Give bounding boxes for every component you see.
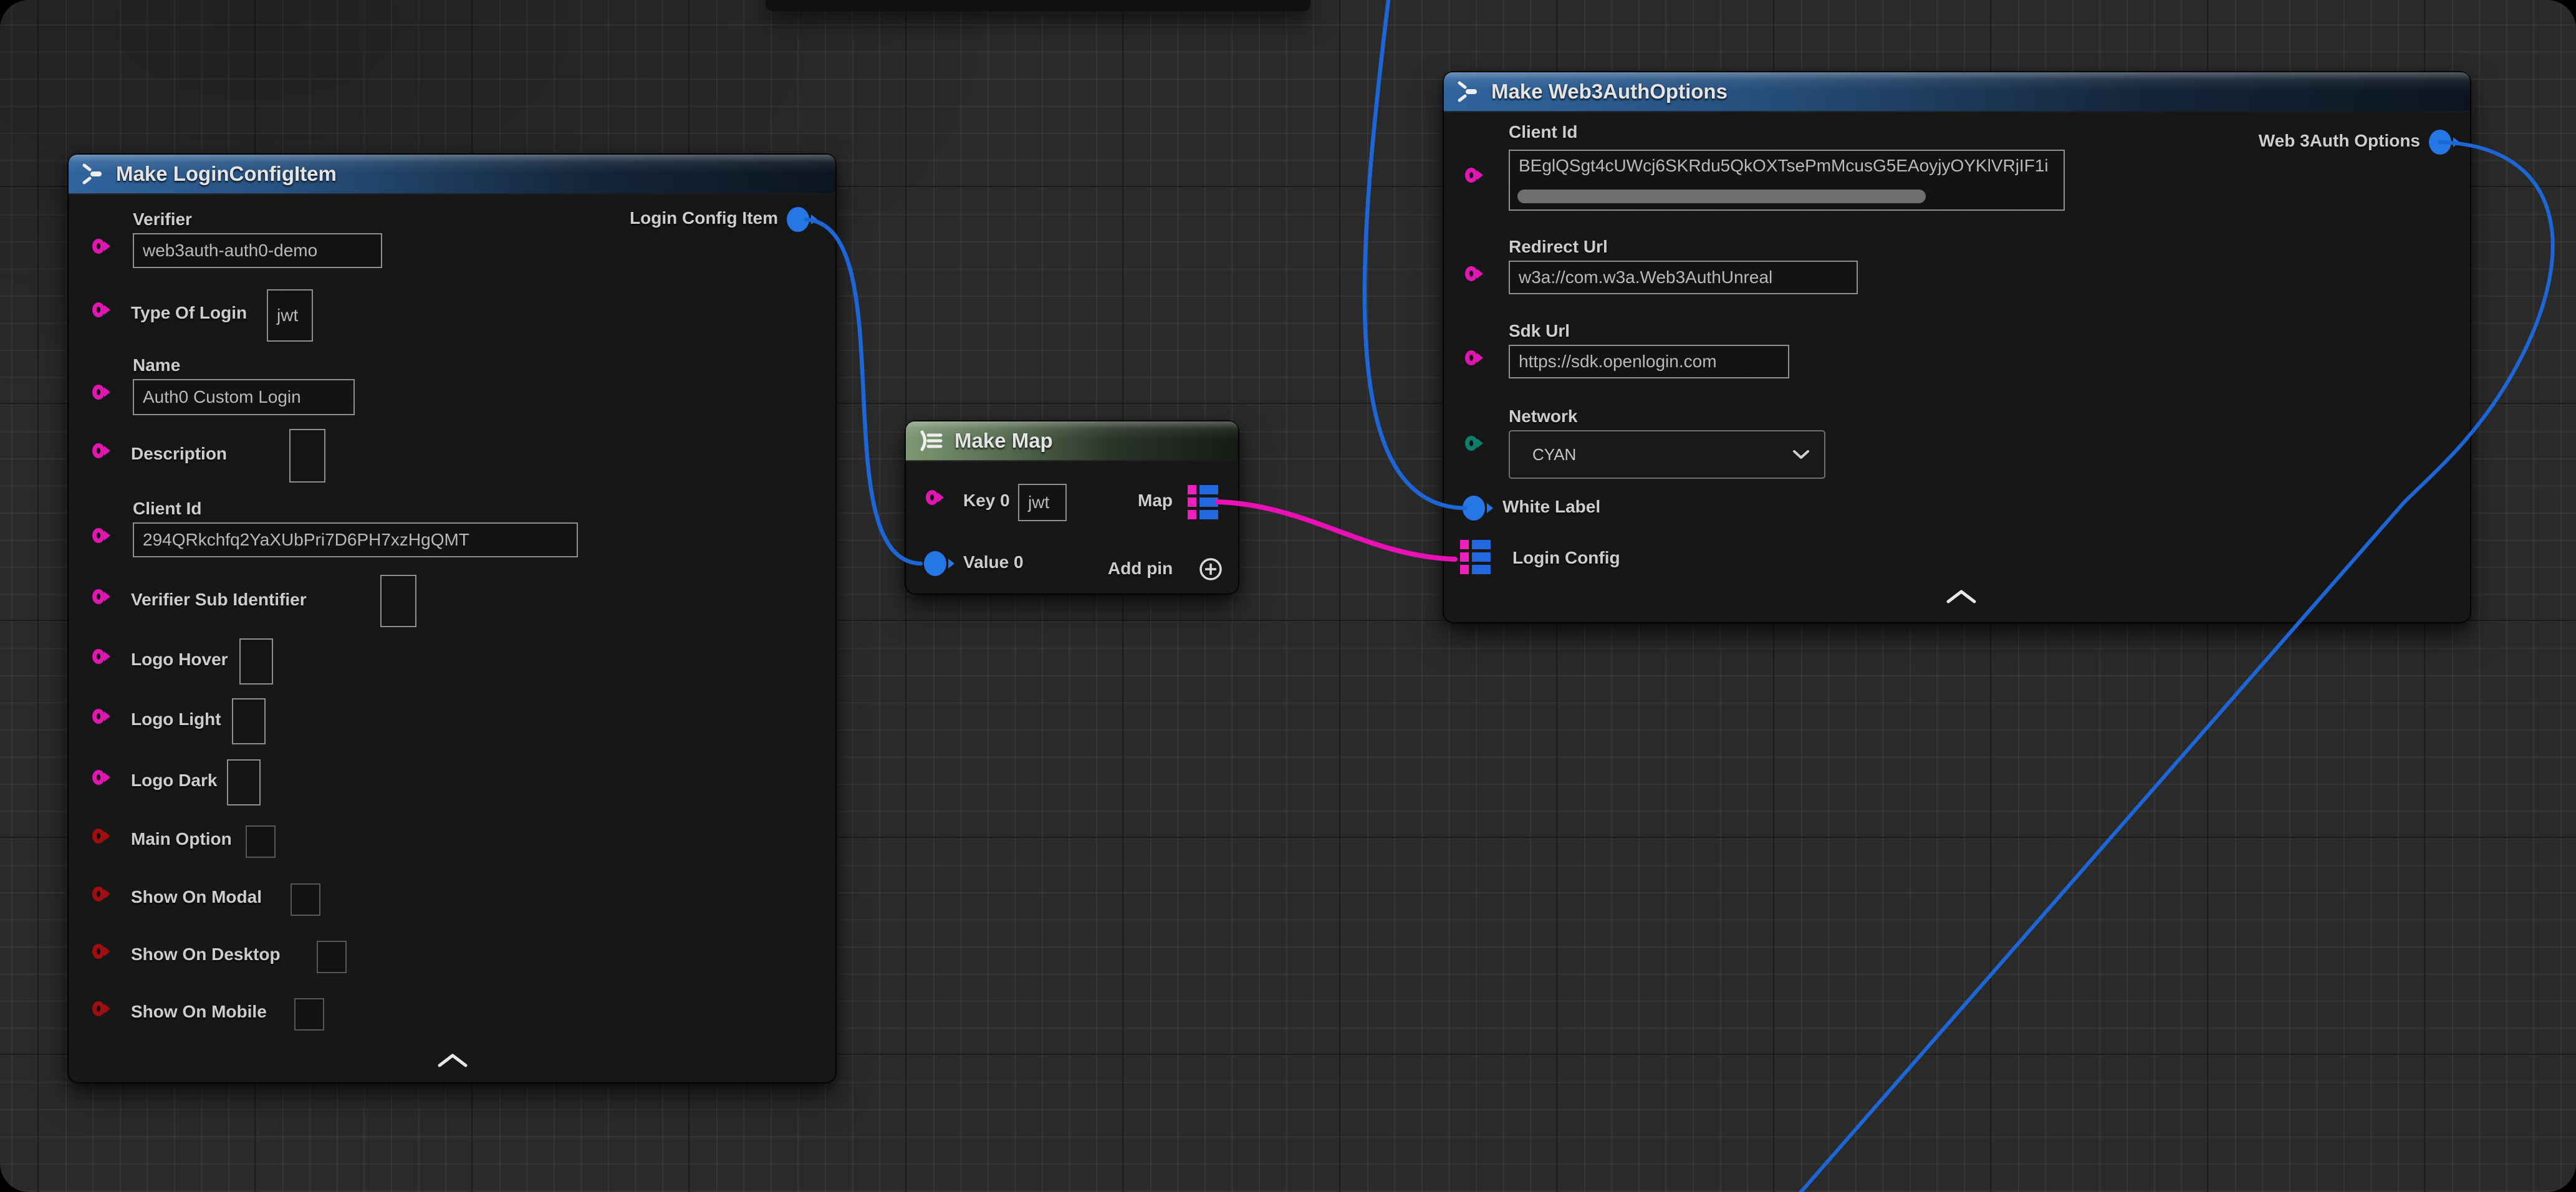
- node-header-make-map[interactable]: Make Map: [906, 421, 1238, 461]
- client-id-pin[interactable]: [92, 528, 105, 543]
- network-label: Network: [1509, 406, 1577, 426]
- sdk-url-pin[interactable]: [1465, 350, 1478, 365]
- show-on-modal-label: Show On Modal: [131, 887, 262, 907]
- login-config-label: Login Config: [1512, 548, 1620, 568]
- description-label: Description: [131, 444, 227, 464]
- node-title: Make Web3AuthOptions: [1491, 80, 1728, 103]
- client-id-label: Client Id: [133, 499, 201, 519]
- output-pin-web3auth-options[interactable]: [2429, 130, 2451, 155]
- key0-pin[interactable]: [926, 490, 938, 505]
- white-label-pin[interactable]: [1463, 496, 1485, 521]
- network-dropdown[interactable]: CYAN: [1509, 430, 1825, 479]
- logo-dark-field[interactable]: [227, 759, 261, 805]
- login-config-pin[interactable]: [1460, 540, 1491, 574]
- verifier-field[interactable]: web3auth-auth0-demo: [133, 233, 382, 268]
- description-pin[interactable]: [92, 443, 105, 458]
- redirect-url-field[interactable]: w3a://com.w3a.Web3AuthUnreal: [1509, 261, 1858, 294]
- sdk-url-field[interactable]: https://sdk.openlogin.com: [1509, 345, 1789, 378]
- key0-field[interactable]: jwt: [1018, 484, 1067, 521]
- node-header-make-loginconfigitem[interactable]: Make LoginConfigItem: [69, 155, 835, 195]
- node-title: Make Map: [954, 429, 1053, 453]
- redirect-url-label: Redirect Url: [1509, 237, 1608, 257]
- redirect-url-pin[interactable]: [1465, 266, 1478, 281]
- output-pin-login-config-item[interactable]: [787, 207, 809, 232]
- show-on-modal-pin[interactable]: [92, 887, 105, 901]
- show-on-modal-checkbox[interactable]: [291, 883, 320, 916]
- name-pin[interactable]: [92, 385, 105, 400]
- chevron-down-icon: [1792, 449, 1810, 460]
- white-label-label: White Label: [1502, 497, 1600, 517]
- collapse-chevron-icon[interactable]: [1946, 590, 1976, 603]
- network-selected-value: CYAN: [1532, 445, 1576, 464]
- name-label: Name: [133, 355, 180, 375]
- add-pin-label[interactable]: Add pin: [1108, 559, 1173, 579]
- main-option-checkbox[interactable]: [246, 825, 276, 858]
- main-option-label: Main Option: [131, 829, 232, 849]
- main-option-pin[interactable]: [92, 829, 105, 844]
- client-id-field[interactable]: 294QRkchfq2YaXUbPri7D6PH7xzHgQMT: [133, 522, 578, 557]
- key0-label: Key 0: [963, 491, 1010, 511]
- logo-light-pin[interactable]: [92, 709, 105, 724]
- type-of-login-pin[interactable]: [92, 302, 105, 317]
- collapse-chevron-icon[interactable]: [438, 1054, 468, 1067]
- make-struct-icon: [81, 163, 105, 185]
- node-make-map[interactable]: Make Map Key 0 jwt Map Value 0 Add pin: [906, 421, 1238, 594]
- logo-light-label: Logo Light: [131, 709, 221, 729]
- blueprint-graph-frame: Make LoginConfigItem Login Config Item V…: [0, 0, 2576, 1192]
- output-label-login-config-item: Login Config Item: [630, 208, 778, 228]
- name-field[interactable]: Auth0 Custom Login: [133, 379, 355, 415]
- offscreen-node-fragment[interactable]: [766, 0, 1310, 11]
- logo-dark-pin[interactable]: [92, 770, 105, 785]
- show-on-desktop-label: Show On Desktop: [131, 944, 281, 964]
- make-container-icon: [918, 430, 943, 451]
- client-id-value: BEglQSgt4cUWcj6SKRdu5QkOXTsePmMcusG5EAoy…: [1519, 156, 2049, 176]
- node-title: Make LoginConfigItem: [116, 162, 337, 186]
- logo-hover-label: Logo Hover: [131, 650, 228, 670]
- output-label-web3auth-options: Web 3Auth Options: [2259, 131, 2420, 151]
- client-id-field[interactable]: BEglQSgt4cUWcj6SKRdu5QkOXTsePmMcusG5EAoy…: [1509, 150, 2065, 211]
- node-make-loginconfigitem[interactable]: Make LoginConfigItem Login Config Item V…: [69, 155, 835, 1082]
- node-header-make-web3authoptions[interactable]: Make Web3AuthOptions: [1444, 72, 2470, 112]
- logo-light-field[interactable]: [232, 698, 266, 744]
- map-output-pin[interactable]: [1188, 485, 1218, 519]
- client-id-pin[interactable]: [1465, 168, 1478, 183]
- verifier-sub-identifier-label: Verifier Sub Identifier: [131, 590, 307, 610]
- map-output-label: Map: [1138, 491, 1173, 511]
- value0-pin[interactable]: [924, 551, 946, 576]
- make-struct-icon: [1456, 81, 1480, 102]
- show-on-mobile-pin[interactable]: [92, 1001, 105, 1016]
- verifier-label: Verifier: [133, 209, 192, 229]
- type-of-login-field[interactable]: jwt: [267, 289, 313, 342]
- sdk-url-label: Sdk Url: [1509, 321, 1570, 341]
- logo-hover-field[interactable]: [239, 638, 273, 685]
- network-pin[interactable]: [1465, 436, 1478, 451]
- show-on-mobile-checkbox[interactable]: [294, 998, 324, 1031]
- show-on-desktop-pin[interactable]: [92, 944, 105, 959]
- verifier-pin[interactable]: [92, 239, 105, 254]
- show-on-mobile-label: Show On Mobile: [131, 1002, 267, 1022]
- client-id-scrollbar[interactable]: [1517, 190, 1926, 203]
- verifier-sub-identifier-pin[interactable]: [92, 589, 105, 604]
- description-field[interactable]: [289, 429, 325, 483]
- show-on-desktop-checkbox[interactable]: [317, 941, 347, 973]
- add-pin-icon[interactable]: [1198, 556, 1224, 582]
- client-id-label: Client Id: [1509, 122, 1577, 142]
- node-make-web3authoptions[interactable]: Make Web3AuthOptions Web 3Auth Options C…: [1444, 72, 2470, 622]
- logo-dark-label: Logo Dark: [131, 771, 217, 791]
- value0-label: Value 0: [963, 552, 1024, 572]
- verifier-sub-identifier-field[interactable]: [380, 575, 416, 627]
- type-of-login-label: Type Of Login: [131, 303, 247, 323]
- logo-hover-pin[interactable]: [92, 649, 105, 664]
